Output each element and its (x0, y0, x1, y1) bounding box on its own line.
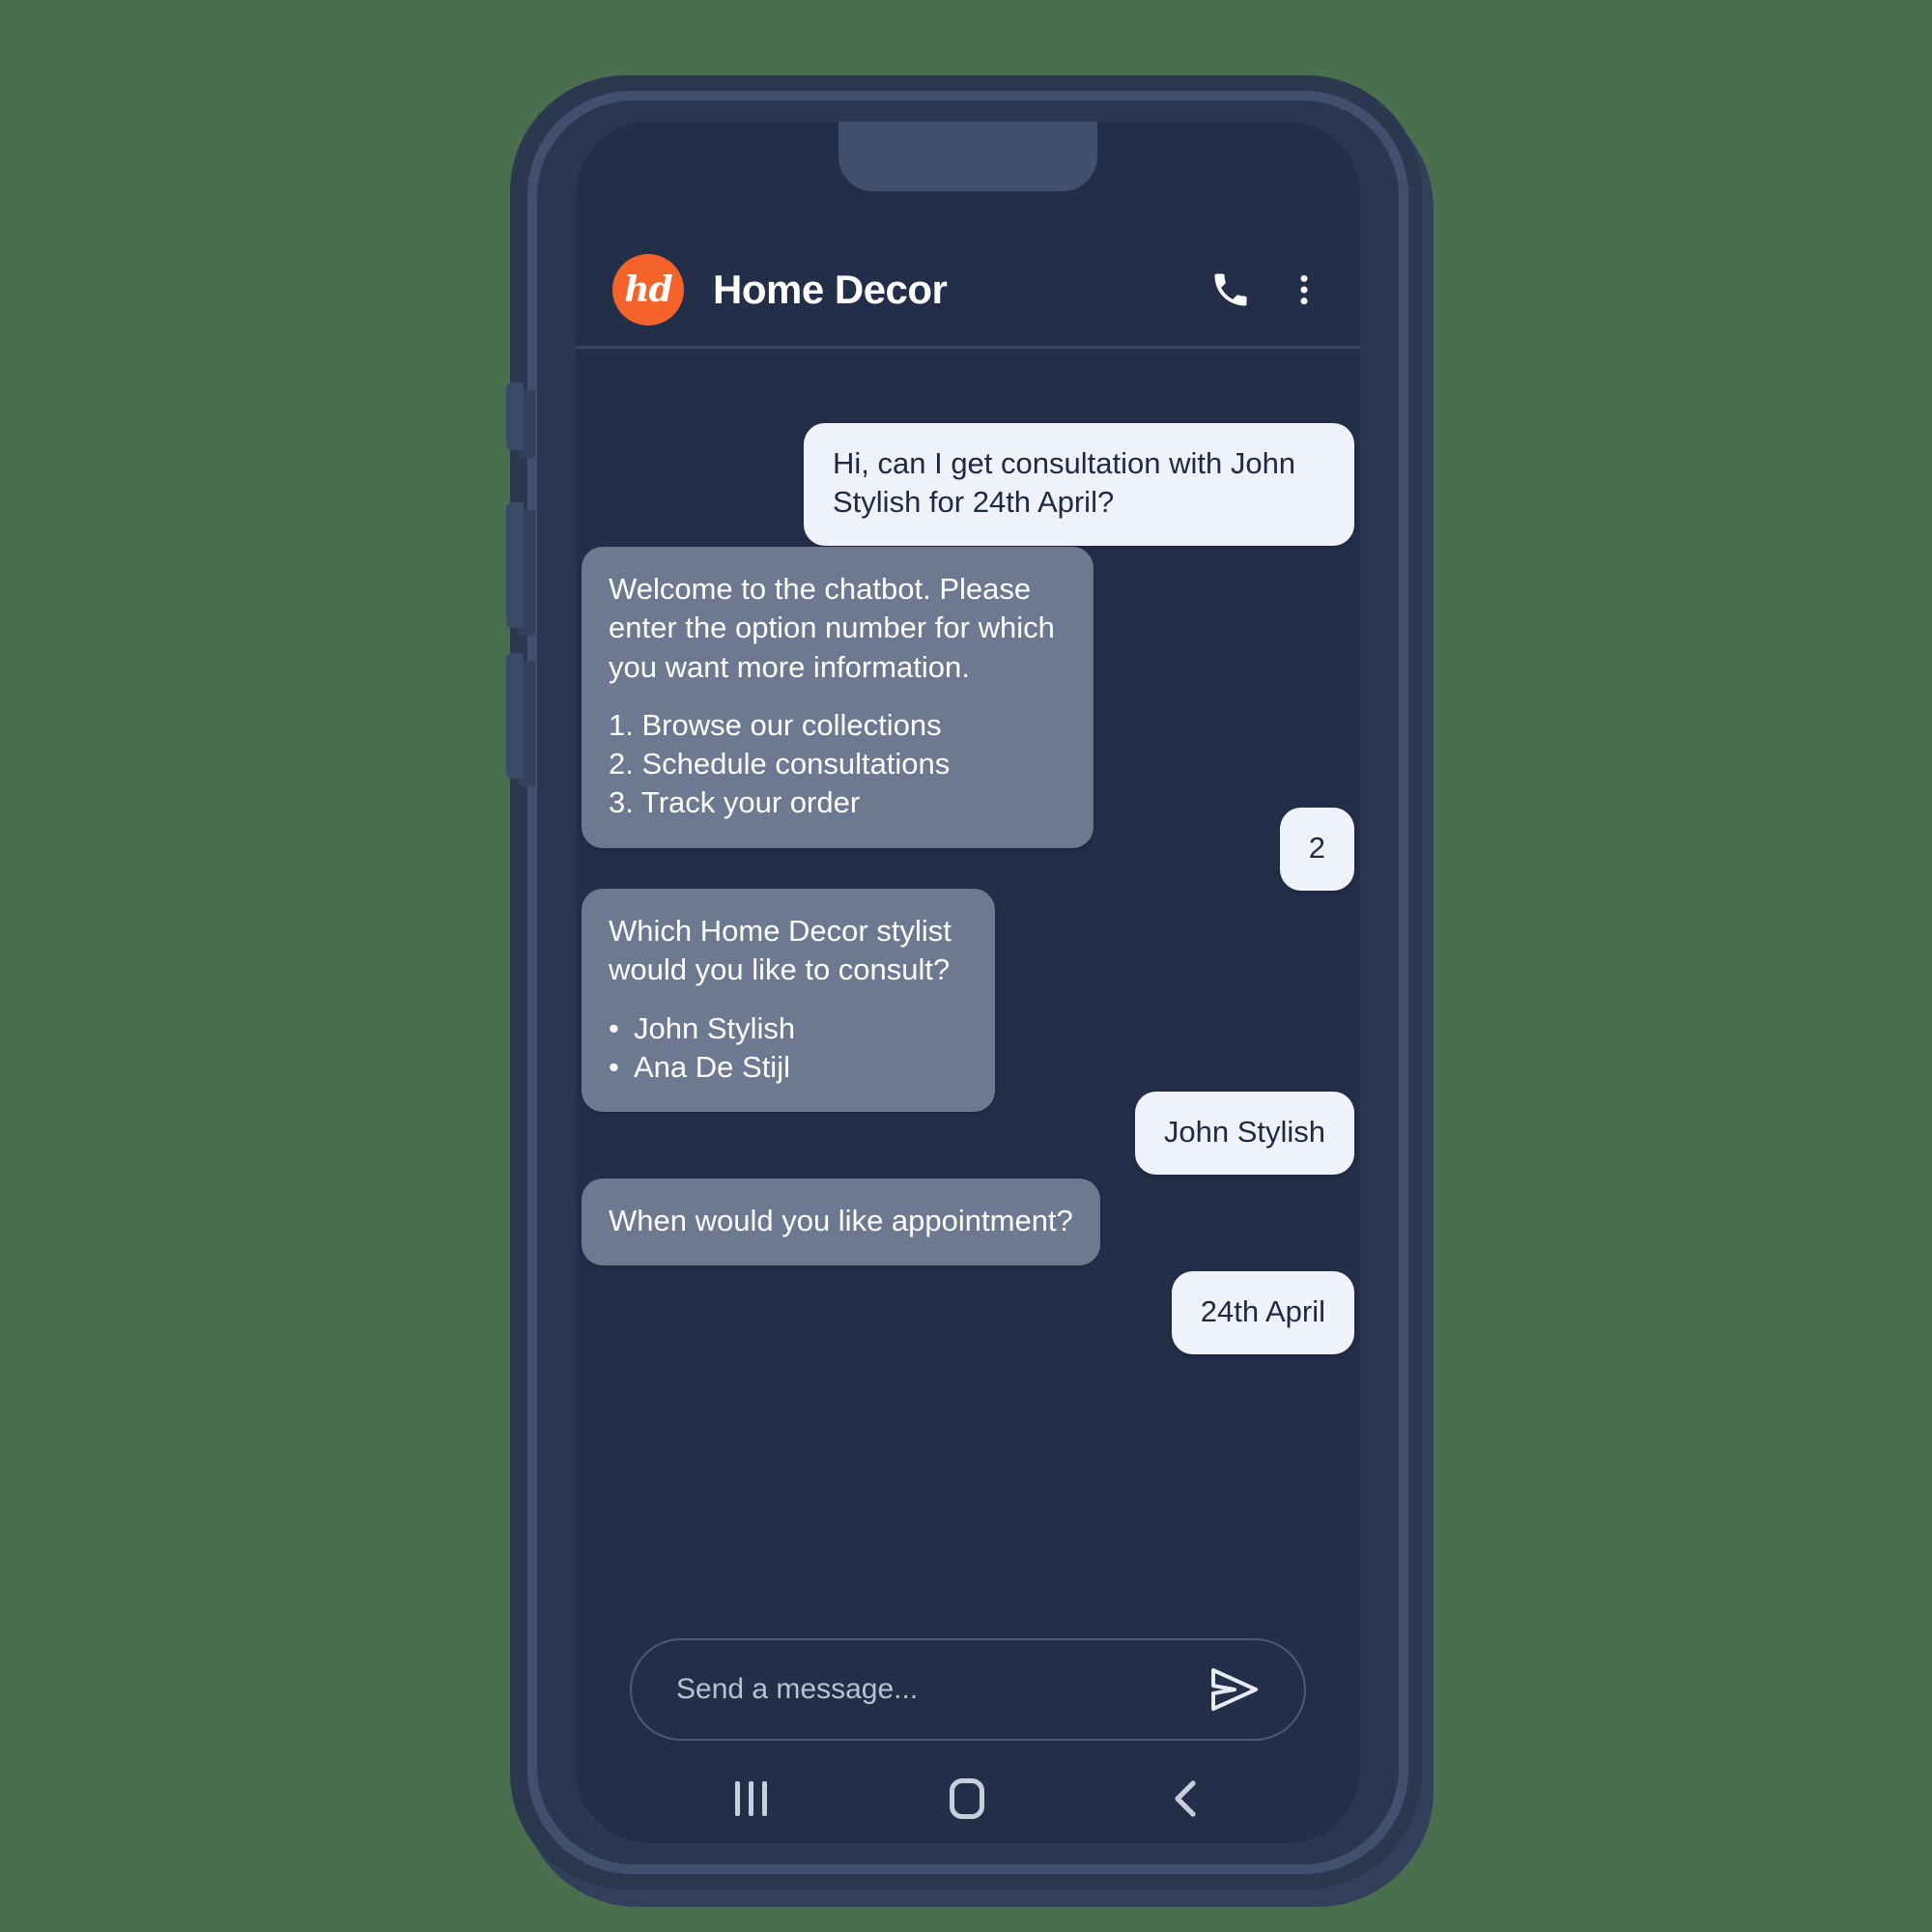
message-bubble-bot[interactable]: Which Home Decor stylist would you like … (582, 889, 995, 1113)
message-text: Which Home Decor stylist would you like … (609, 914, 952, 987)
message-bubble-user[interactable]: 24th April (1171, 1271, 1354, 1355)
back-chevron-icon[interactable] (1168, 1777, 1201, 1820)
message-text: Hi, can I get consultation with John Sty… (833, 446, 1296, 520)
message-row: When would you like appointment? (576, 1179, 1360, 1266)
chat-thread: Hi, can I get consultation with John Sty… (576, 350, 1360, 1615)
message-row: 24th April (576, 1271, 1360, 1355)
volume-down-button[interactable] (506, 653, 524, 779)
bullet-icon: • (609, 1049, 619, 1084)
message-row: Which Home Decor stylist would you like … (576, 889, 1360, 1113)
avatar-initials: hd (624, 270, 672, 310)
chat-header: hd Home Decor (576, 236, 1360, 344)
volume-up-button[interactable] (506, 502, 524, 628)
message-text: John Stylish (1163, 1115, 1325, 1149)
screenshot-canvas: hd Home Decor Hi, can I get consultation… (0, 0, 1932, 1932)
home-icon[interactable] (950, 1778, 985, 1819)
list-item[interactable]: • Ana De Stijl (609, 1048, 968, 1087)
message-input[interactable]: Send a message... (676, 1673, 1208, 1706)
recents-icon[interactable] (734, 1781, 767, 1816)
page-title: Home Decor (713, 267, 948, 312)
message-row: John Stylish (576, 1092, 1360, 1176)
message-bubble-bot[interactable]: When would you like appointment? (582, 1179, 1100, 1266)
more-vertical-icon[interactable] (1285, 269, 1323, 311)
option-item[interactable]: 1. Browse our collections (609, 706, 1066, 745)
screen-notch (838, 122, 1097, 191)
list-item[interactable]: • John Stylish (609, 1009, 968, 1048)
message-bubble-user[interactable]: Hi, can I get consultation with John Sty… (804, 423, 1354, 546)
message-row: 2 (576, 808, 1360, 892)
message-bubble-bot[interactable]: Welcome to the chatbot. Please enter the… (582, 547, 1094, 848)
header-actions (1209, 269, 1323, 311)
message-text: 24th April (1200, 1294, 1325, 1328)
message-text: Welcome to the chatbot. Please enter the… (609, 572, 1055, 684)
phone-screen: hd Home Decor Hi, can I get consultation… (576, 122, 1360, 1843)
phone-icon[interactable] (1209, 269, 1252, 311)
message-text: 2 (1308, 831, 1325, 865)
send-arrow-icon[interactable] (1208, 1664, 1262, 1715)
mute-switch-button[interactable] (506, 383, 524, 450)
message-bubble-user[interactable]: 2 (1279, 808, 1354, 892)
message-row: Welcome to the chatbot. Please enter the… (576, 547, 1360, 848)
list-item-label: Ana De Stijl (634, 1049, 790, 1084)
message-row: Hi, can I get consultation with John Sty… (576, 423, 1360, 546)
message-text: When would you like appointment? (609, 1204, 1073, 1237)
home-decor-logo: hd (612, 254, 684, 326)
list-item-label: John Stylish (634, 1010, 796, 1045)
android-nav-bar (576, 1754, 1360, 1843)
bullet-icon: • (609, 1010, 619, 1045)
message-bubble-user[interactable]: John Stylish (1134, 1092, 1354, 1176)
message-composer[interactable]: Send a message... (630, 1638, 1306, 1741)
option-item[interactable]: 2. Schedule consultations (609, 745, 1066, 783)
header-divider (576, 346, 1360, 349)
